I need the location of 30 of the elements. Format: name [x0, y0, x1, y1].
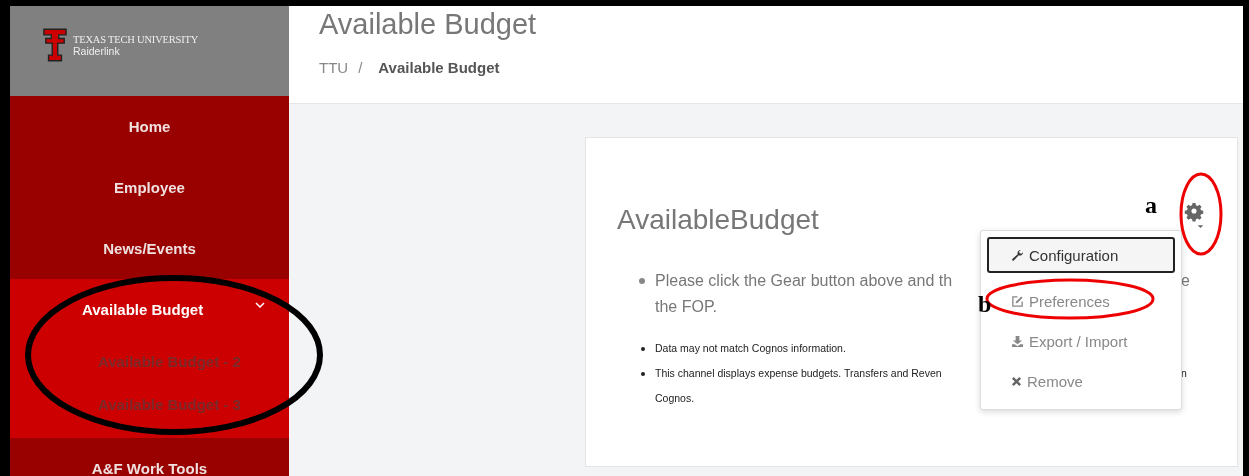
nav-item[interactable]: Employee	[10, 157, 289, 218]
settings-icon[interactable]	[1183, 202, 1205, 230]
nav-item[interactable]: Available Budget	[10, 279, 289, 340]
edit-icon	[1011, 294, 1024, 308]
breadcrumb-link[interactable]: TTU	[319, 59, 349, 76]
channel-title: AvailableBudget	[617, 204, 819, 236]
instruction-text: Please click the Gear button above and th	[655, 271, 954, 291]
double-t-logo-icon	[43, 28, 67, 62]
portal-name: Raiderlink	[73, 45, 121, 57]
note-text: This channel displays expense budgets. Transfers and Reven	[655, 366, 943, 381]
note-text: n	[1181, 366, 1187, 381]
nav-item[interactable]: News/Events	[10, 218, 289, 279]
instruction-text: the FOP.	[655, 297, 717, 317]
breadcrumb-current: Available Budget	[378, 59, 500, 76]
breadcrumb-separator: /	[358, 59, 363, 76]
note-text: Cognos.	[655, 391, 695, 406]
menu-item[interactable]: Remove	[987, 361, 1175, 401]
menu-item[interactable]: Export / Import	[987, 321, 1175, 361]
close-icon	[1011, 375, 1022, 387]
note-text: Data may not match Cognos information.	[655, 341, 847, 356]
instruction-text: e	[1181, 271, 1190, 291]
nav-item[interactable]: Home	[10, 96, 289, 157]
menu-item[interactable]: Configuration	[987, 237, 1175, 273]
wrench-icon	[1011, 248, 1024, 262]
annotation-label: b	[978, 292, 992, 316]
download-icon	[1011, 334, 1024, 348]
annotation-label: a	[1145, 193, 1157, 217]
nav-item[interactable]: A&F Work Tools	[10, 438, 289, 476]
university-name: TEXAS TECH UNIVERSITY	[73, 34, 199, 45]
page-title: Available Budget	[319, 8, 538, 41]
